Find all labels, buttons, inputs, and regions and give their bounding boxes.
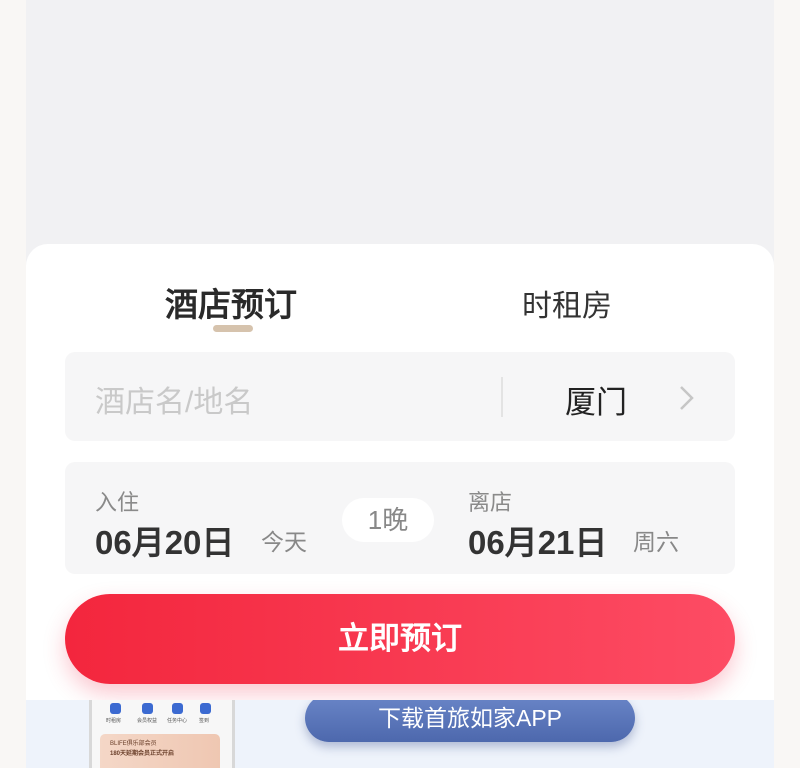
book-now-button[interactable]: 立即预订 (65, 594, 735, 684)
promo-line-2: 180天延期会员正式开启 (110, 751, 175, 757)
nights-badge: 1晚 (342, 498, 434, 542)
search-divider (501, 377, 503, 417)
chevron-right-icon[interactable] (676, 384, 696, 412)
checkin-label: 入住 (95, 490, 140, 515)
hotel-search-input[interactable]: 酒店名/地名 (95, 377, 253, 421)
phone-icon-label: 会员权益 (137, 718, 158, 724)
phone-icon-label: 时租房 (106, 718, 122, 724)
promo-line-1: BLIFE俱乐部会员 (110, 741, 157, 747)
member-benefits-icon (142, 703, 153, 714)
tab-hotel-booking[interactable]: 酒店预订 (165, 278, 297, 326)
hourly-room-icon (110, 703, 121, 714)
checkout-label: 离店 (468, 490, 513, 515)
phone-icon-label: 任务中心 (167, 718, 188, 724)
tab-hourly-room[interactable]: 时租房 (522, 281, 612, 325)
member-promo-card: BLIFE俱乐部会员 180天延期会员正式开启 (100, 734, 220, 768)
download-app-button[interactable]: 下载首旅如家APP (305, 700, 635, 742)
checkin-icon (200, 703, 211, 714)
tab-active-indicator (213, 325, 253, 332)
task-center-icon (172, 703, 183, 714)
checkin-date[interactable]: 06月20日 (95, 516, 234, 564)
checkout-day: 周六 (633, 529, 679, 555)
phone-mockup: 时租房 会员权益 任务中心 签到 BLIFE俱乐部会员 180天延期会员正式开启 (89, 700, 235, 768)
phone-icon-label: 签到 (199, 718, 210, 724)
app-download-banner[interactable]: 时租房 会员权益 任务中心 签到 BLIFE俱乐部会员 180天延期会员正式开启… (26, 700, 774, 768)
checkout-date[interactable]: 06月21日 (468, 516, 607, 564)
checkin-day: 今天 (261, 529, 307, 555)
city-selector[interactable]: 厦门 (565, 377, 627, 422)
